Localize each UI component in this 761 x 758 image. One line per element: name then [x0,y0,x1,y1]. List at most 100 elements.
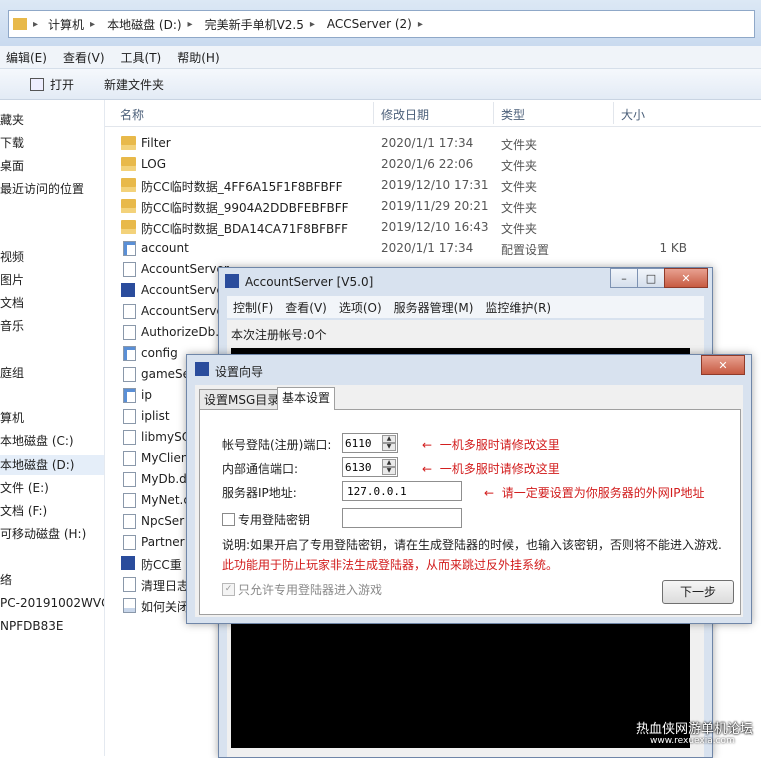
file-icon [123,493,136,508]
nav-drive-h[interactable]: 可移动磁盘 (H:) [0,524,104,544]
file-name: MyDb.d [141,472,187,486]
breadcrumb-drive-d[interactable]: 本地磁盘 (D:) ▸ [101,16,199,33]
close-button[interactable]: ✕ [664,268,708,288]
nav-favorites[interactable]: 藏夹 [0,110,104,130]
file-name: AccountServer [141,304,229,318]
private-key-checkbox[interactable] [222,513,235,526]
only-allow-checkbox: ✓ [222,583,235,596]
file-type: 文件夹 [501,180,538,194]
server-ip-input[interactable] [342,481,462,501]
private-key-input[interactable] [342,508,462,528]
nav-videos[interactable]: 视频 [0,247,104,267]
nav-network[interactable]: 络 [0,570,104,590]
breadcrumb-folder[interactable]: 完美新手单机V2.5 ▸ [199,16,321,33]
nav-pc[interactable]: PC-20191002WVG [0,593,104,613]
file-icon [123,430,136,445]
menu-server-manage[interactable]: 服务器管理(M) [388,299,480,316]
breadcrumb-current[interactable]: ACCServer (2) ▸ [321,17,429,31]
account-port-spinner[interactable]: ▲▼ [342,433,398,453]
wizard-body: 设置MSG目录 基本设置 帐号登陆(注册)端口: ▲▼ ← 一机多服时请修改这里… [195,385,743,617]
file-row[interactable]: 防CC临时数据_9904A2DDBFEBFBFF 2019/11/29 20:21… [105,196,761,217]
minimize-button[interactable]: – [610,268,638,288]
file-name: AccountServer [141,283,229,297]
open-button[interactable]: 打开 [30,76,74,93]
registration-count: 本次注册帐号:0个 [231,328,327,342]
server-ip-note: ← 请一定要设置为你服务器的外网IP地址 [484,486,705,500]
file-name: gameSe [141,367,191,381]
menu-help[interactable]: 帮助(H) [169,49,227,66]
tab-msg-directory[interactable]: 设置MSG目录 [199,389,285,410]
file-size: 1 KB [659,241,687,255]
file-name: 防CC临时数据_BDA14CA71F8BFBFF [141,222,349,236]
nav-pictures[interactable]: 图片 [0,270,104,290]
internal-port-spinner[interactable]: ▲▼ [342,457,398,477]
description-text: 说明:如果开启了专用登陆密钥，请在生成登陆器的时候，也输入该密钥，否则将不能进入… [222,538,722,552]
nav-desktop[interactable]: 桌面 [0,156,104,176]
setup-wizard-dialog[interactable]: 设置向导 ✕ 设置MSG目录 基本设置 帐号登陆(注册)端口: ▲▼ ← 一机多… [186,354,752,624]
menu-tools[interactable]: 工具(T) [113,49,170,66]
file-name: iplist [141,409,170,423]
menu-edit[interactable]: 编辑(E) [0,49,55,66]
spin-up-icon[interactable]: ▲ [382,435,396,443]
address-bar[interactable]: ▸ 计算机 ▸ 本地磁盘 (D:) ▸ 完美新手单机V2.5 ▸ ACCServer … [8,10,755,38]
open-icon [30,77,44,91]
file-date: 2020/1/6 22:06 [381,157,474,171]
menu-control[interactable]: 控制(F) [227,299,279,316]
nav-documents[interactable]: 文档 [0,293,104,313]
breadcrumb-computer[interactable]: 计算机 ▸ [42,16,101,33]
file-name: 清理日志 [141,579,190,593]
nav-downloads[interactable]: 下载 [0,133,104,153]
menu-options[interactable]: 选项(O) [333,299,388,316]
new-folder-button[interactable]: 新建文件夹 [104,76,164,93]
nav-music[interactable]: 音乐 [0,316,104,336]
nav-drive-f[interactable]: 文档 (F:) [0,501,104,521]
file-date: 2020/1/1 17:34 [381,136,474,150]
file-icon [123,409,136,424]
spin-down-icon[interactable]: ▼ [382,467,396,475]
account-port-note: ← 一机多服时请修改这里 [422,438,560,452]
exe-icon [121,283,135,297]
file-type: 文件夹 [501,222,538,236]
nav-drive-d[interactable]: 本地磁盘 (D:) [0,455,104,475]
file-name: account [141,241,189,255]
wizard-close-button[interactable]: ✕ [701,355,745,375]
file-icon [123,535,136,550]
nav-computer[interactable]: 算机 [0,408,104,428]
menu-view[interactable]: 查看(V) [279,299,333,316]
account-port-input[interactable] [343,436,377,450]
internal-port-input[interactable] [343,460,377,474]
menu-view[interactable]: 查看(V) [55,49,113,66]
tab-basic-settings[interactable]: 基本设置 [277,387,336,410]
file-date: 2020/1/1 17:34 [381,241,474,255]
file-icon [123,472,136,487]
next-button[interactable]: 下一步 [662,580,734,604]
file-name: config [141,346,178,360]
file-row[interactable]: LOG 2020/1/6 22:06 文件夹 [105,154,761,175]
file-row[interactable]: 防CC临时数据_BDA14CA71F8BFBFF 2019/12/10 16:43… [105,217,761,238]
file-row[interactable]: account 2020/1/1 17:34 配置设置 1 KB [105,238,761,259]
menu-monitor[interactable]: 监控维护(R) [479,299,557,316]
file-row[interactable]: Filter 2020/1/1 17:34 文件夹 [105,133,761,154]
nav-drive-e[interactable]: 文件 (E:) [0,478,104,498]
maximize-button[interactable]: □ [637,268,665,288]
spin-up-icon[interactable]: ▲ [382,459,396,467]
column-name[interactable]: 名称 [120,106,144,123]
column-date[interactable]: 修改日期 [381,106,429,123]
spin-down-icon[interactable]: ▼ [382,443,396,451]
nav-drive-c[interactable]: 本地磁盘 (C:) [0,431,104,451]
file-icon [123,367,136,382]
app-icon [225,274,239,288]
file-icon [123,577,136,592]
menu-bar: 编辑(E) 查看(V) 工具(T) 帮助(H) [0,46,761,69]
nav-homegroup[interactable]: 庭组 [0,363,104,383]
column-type[interactable]: 类型 [501,106,525,123]
file-type: 配置设置 [501,243,550,257]
folder-icon [121,178,136,192]
nav-pc2[interactable]: NPFDB83E [0,616,104,636]
internal-port-note: ← 一机多服时请修改这里 [422,462,560,476]
file-name: 防CC重 [141,558,182,572]
file-row[interactable]: 防CC临时数据_4FF6A15F1F8BFBFF 2019/12/10 17:31… [105,175,761,196]
column-size[interactable]: 大小 [621,106,645,123]
wizard-icon [195,362,209,376]
nav-recent[interactable]: 最近访问的位置 [0,179,104,199]
